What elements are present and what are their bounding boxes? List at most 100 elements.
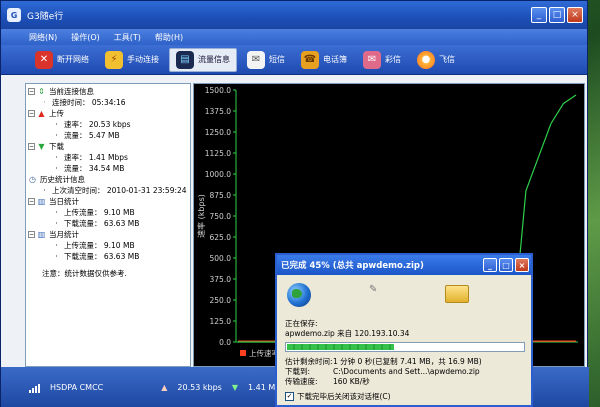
bar-stats-icon: ▥ xyxy=(37,197,46,206)
tree-label: 历史统计信息 xyxy=(40,175,85,184)
tree-label: 当前连接信息 xyxy=(49,87,94,96)
y-tick-label: 1125.0 xyxy=(205,149,231,158)
tab-traffic-info[interactable]: ▤ 流量信息 xyxy=(169,47,237,72)
y-tick-label: 1000.0 xyxy=(205,170,231,179)
tree-label: 流量： 34.54 MB xyxy=(64,164,125,173)
disconnect-label: 断开网络 xyxy=(57,55,89,64)
upload-arrow-icon: ▲ xyxy=(161,383,168,392)
tree-label: 下载流量： 63.63 MB xyxy=(64,219,140,228)
tree-label: 速率： 1.41 Mbps xyxy=(64,153,128,162)
mms-label: 彩信 xyxy=(385,55,401,64)
tree-item-month[interactable]: − ▥ 当月统计 xyxy=(28,229,188,240)
dialog-minimize-button[interactable]: _ xyxy=(483,258,497,272)
download-dialog: 已完成 45% (总共 apwdemo.zip) _ □ × ✎ 正在保存: a… xyxy=(275,253,533,407)
y-tick-label: 1375.0 xyxy=(205,107,231,116)
close-button[interactable]: × xyxy=(567,7,583,23)
legend-swatch xyxy=(240,350,246,356)
download-to-value: C:\Documents and Sett...\apwdemo.zip xyxy=(333,367,480,376)
fetion-label: 飞信 xyxy=(439,55,455,64)
tree-label: 上传 xyxy=(49,109,64,118)
dot-icon: · xyxy=(55,164,58,173)
network-status: HSDPA CMCC xyxy=(50,383,104,392)
tree-item-day[interactable]: − ▥ 当日统计 xyxy=(28,196,188,207)
tree-label: 下载 xyxy=(49,142,64,151)
tree-item-day-up: · 上传流量： 9.10 MB xyxy=(28,207,188,218)
maximize-button[interactable]: □ xyxy=(549,7,565,23)
disconnect-button[interactable]: ✕ 断开网络 xyxy=(29,48,95,72)
menu-bar: 网络(N) 操作(O) 工具(T) 帮助(H) xyxy=(1,29,587,45)
dot-icon: · xyxy=(55,252,58,261)
fetion-button[interactable]: ● 飞信 xyxy=(411,48,461,72)
tree-label: 下载流量： 63.63 MB xyxy=(64,252,140,261)
phonebook-button[interactable]: ☎ 电话簿 xyxy=(295,48,353,72)
traffic-info-label: 流量信息 xyxy=(198,55,230,64)
envelope-icon: ✉ xyxy=(247,50,265,69)
transfer-speed-value: 160 KB/秒 xyxy=(333,377,370,386)
up-arrow-icon: ▲ xyxy=(38,109,45,118)
title-bar[interactable]: G G3随e行 _ □ × xyxy=(1,1,587,29)
file-source: apwdemo.zip 来自 120.193.10.34 xyxy=(285,329,410,338)
flying-paper-icon: ✎ xyxy=(369,284,378,295)
y-tick-label: 750.0 xyxy=(210,212,232,221)
menu-help[interactable]: 帮助(H) xyxy=(155,32,183,43)
close-after-download-checkbox[interactable]: ✓ 下载完毕后关闭该对话框(C) xyxy=(277,391,531,402)
collapse-toggle[interactable]: − xyxy=(28,143,35,150)
bar-stats-icon: ▥ xyxy=(37,230,46,239)
tree-item-upload[interactable]: − ▲ 上传 xyxy=(28,108,188,119)
phonebook-label: 电话簿 xyxy=(323,55,347,64)
tree-item-month-up: · 上传流量： 9.10 MB xyxy=(28,240,188,251)
manual-connect-button[interactable]: ⚡ 手动连接 xyxy=(99,48,165,72)
fetion-icon: ● xyxy=(417,50,435,69)
menu-network[interactable]: 网络(N) xyxy=(29,32,57,43)
folder-icon xyxy=(445,285,469,303)
download-to-row: 下载到: C:\Documents and Sett...\apwdemo.zi… xyxy=(277,367,531,377)
dialog-title-bar[interactable]: 已完成 45% (总共 apwdemo.zip) _ □ × xyxy=(277,255,531,275)
download-animation: ✎ xyxy=(277,275,531,319)
y-tick-label: 125.0 xyxy=(210,317,232,326)
collapse-toggle[interactable]: − xyxy=(28,110,35,117)
y-tick-label: 250.0 xyxy=(210,296,232,305)
tree-item-down-rate: · 速率： 1.41 Mbps xyxy=(28,152,188,163)
tree-label: 当日统计 xyxy=(49,197,79,206)
transfer-speed-row: 传输速度: 160 KB/秒 xyxy=(277,377,531,387)
y-tick-label: 875.0 xyxy=(210,191,232,200)
download-progress-bar xyxy=(285,342,525,352)
dialog-maximize-button[interactable]: □ xyxy=(499,258,513,272)
dot-icon: · xyxy=(55,208,58,217)
menu-tools[interactable]: 工具(T) xyxy=(114,32,141,43)
checkbox-box[interactable]: ✓ xyxy=(285,392,294,401)
status-up-speed: 20.53 kbps xyxy=(177,383,222,392)
collapse-toggle[interactable]: − xyxy=(28,231,35,238)
dot-icon: · xyxy=(55,241,58,250)
dialog-close-button[interactable]: × xyxy=(515,258,529,272)
dialog-title: 已完成 45% (总共 apwdemo.zip) xyxy=(281,261,424,271)
dot-icon: · xyxy=(55,219,58,228)
collapse-toggle[interactable]: − xyxy=(28,198,35,205)
menu-operation[interactable]: 操作(O) xyxy=(71,32,100,43)
tree-item-download[interactable]: − ▼ 下载 xyxy=(28,141,188,152)
remaining-time-label: 估计剩余时间: xyxy=(285,357,333,366)
tree-label: 连接时间： 05:34:16 xyxy=(52,98,126,107)
monitor-chart-icon: ▤ xyxy=(176,50,194,69)
manual-connect-label: 手动连接 xyxy=(127,55,159,64)
down-arrow-icon: ▼ xyxy=(38,142,45,151)
collapse-toggle[interactable]: − xyxy=(28,88,35,95)
stats-note: 注意：统计数据仅供参考. xyxy=(42,269,127,278)
tree-label: 上次清空时间： 2010-01-31 23:59:24 xyxy=(52,186,187,195)
tree-label: 上传流量： 9.10 MB xyxy=(64,208,135,217)
remaining-time-value: 1 分钟 0 秒(已复制 7.41 MB，共 16.9 MB) xyxy=(333,357,482,366)
y-tick-label: 0.0 xyxy=(219,338,231,347)
tree-label: 上传流量： 9.10 MB xyxy=(64,241,135,250)
mms-button[interactable]: ✉ 彩信 xyxy=(357,48,407,72)
clock-icon: ◷ xyxy=(29,175,36,184)
signal-icon xyxy=(29,383,40,393)
tree-item-current[interactable]: − ⇕ 当前连接信息 xyxy=(28,86,188,97)
toolbar: ✕ 断开网络 ⚡ 手动连接 ▤ 流量信息 ✉ 短信 ☎ 电话簿 ✉ 彩信 ● 飞… xyxy=(1,45,587,75)
transfer-speed-label: 传输速度: xyxy=(285,377,318,386)
minimize-button[interactable]: _ xyxy=(531,7,547,23)
sms-button[interactable]: ✉ 短信 xyxy=(241,48,291,72)
tree-item-history[interactable]: ◷ 历史统计信息 xyxy=(28,174,188,185)
y-tick-label: 1500.0 xyxy=(205,86,231,95)
globe-icon xyxy=(287,283,311,307)
tree-item-day-down: · 下载流量： 63.63 MB xyxy=(28,218,188,229)
